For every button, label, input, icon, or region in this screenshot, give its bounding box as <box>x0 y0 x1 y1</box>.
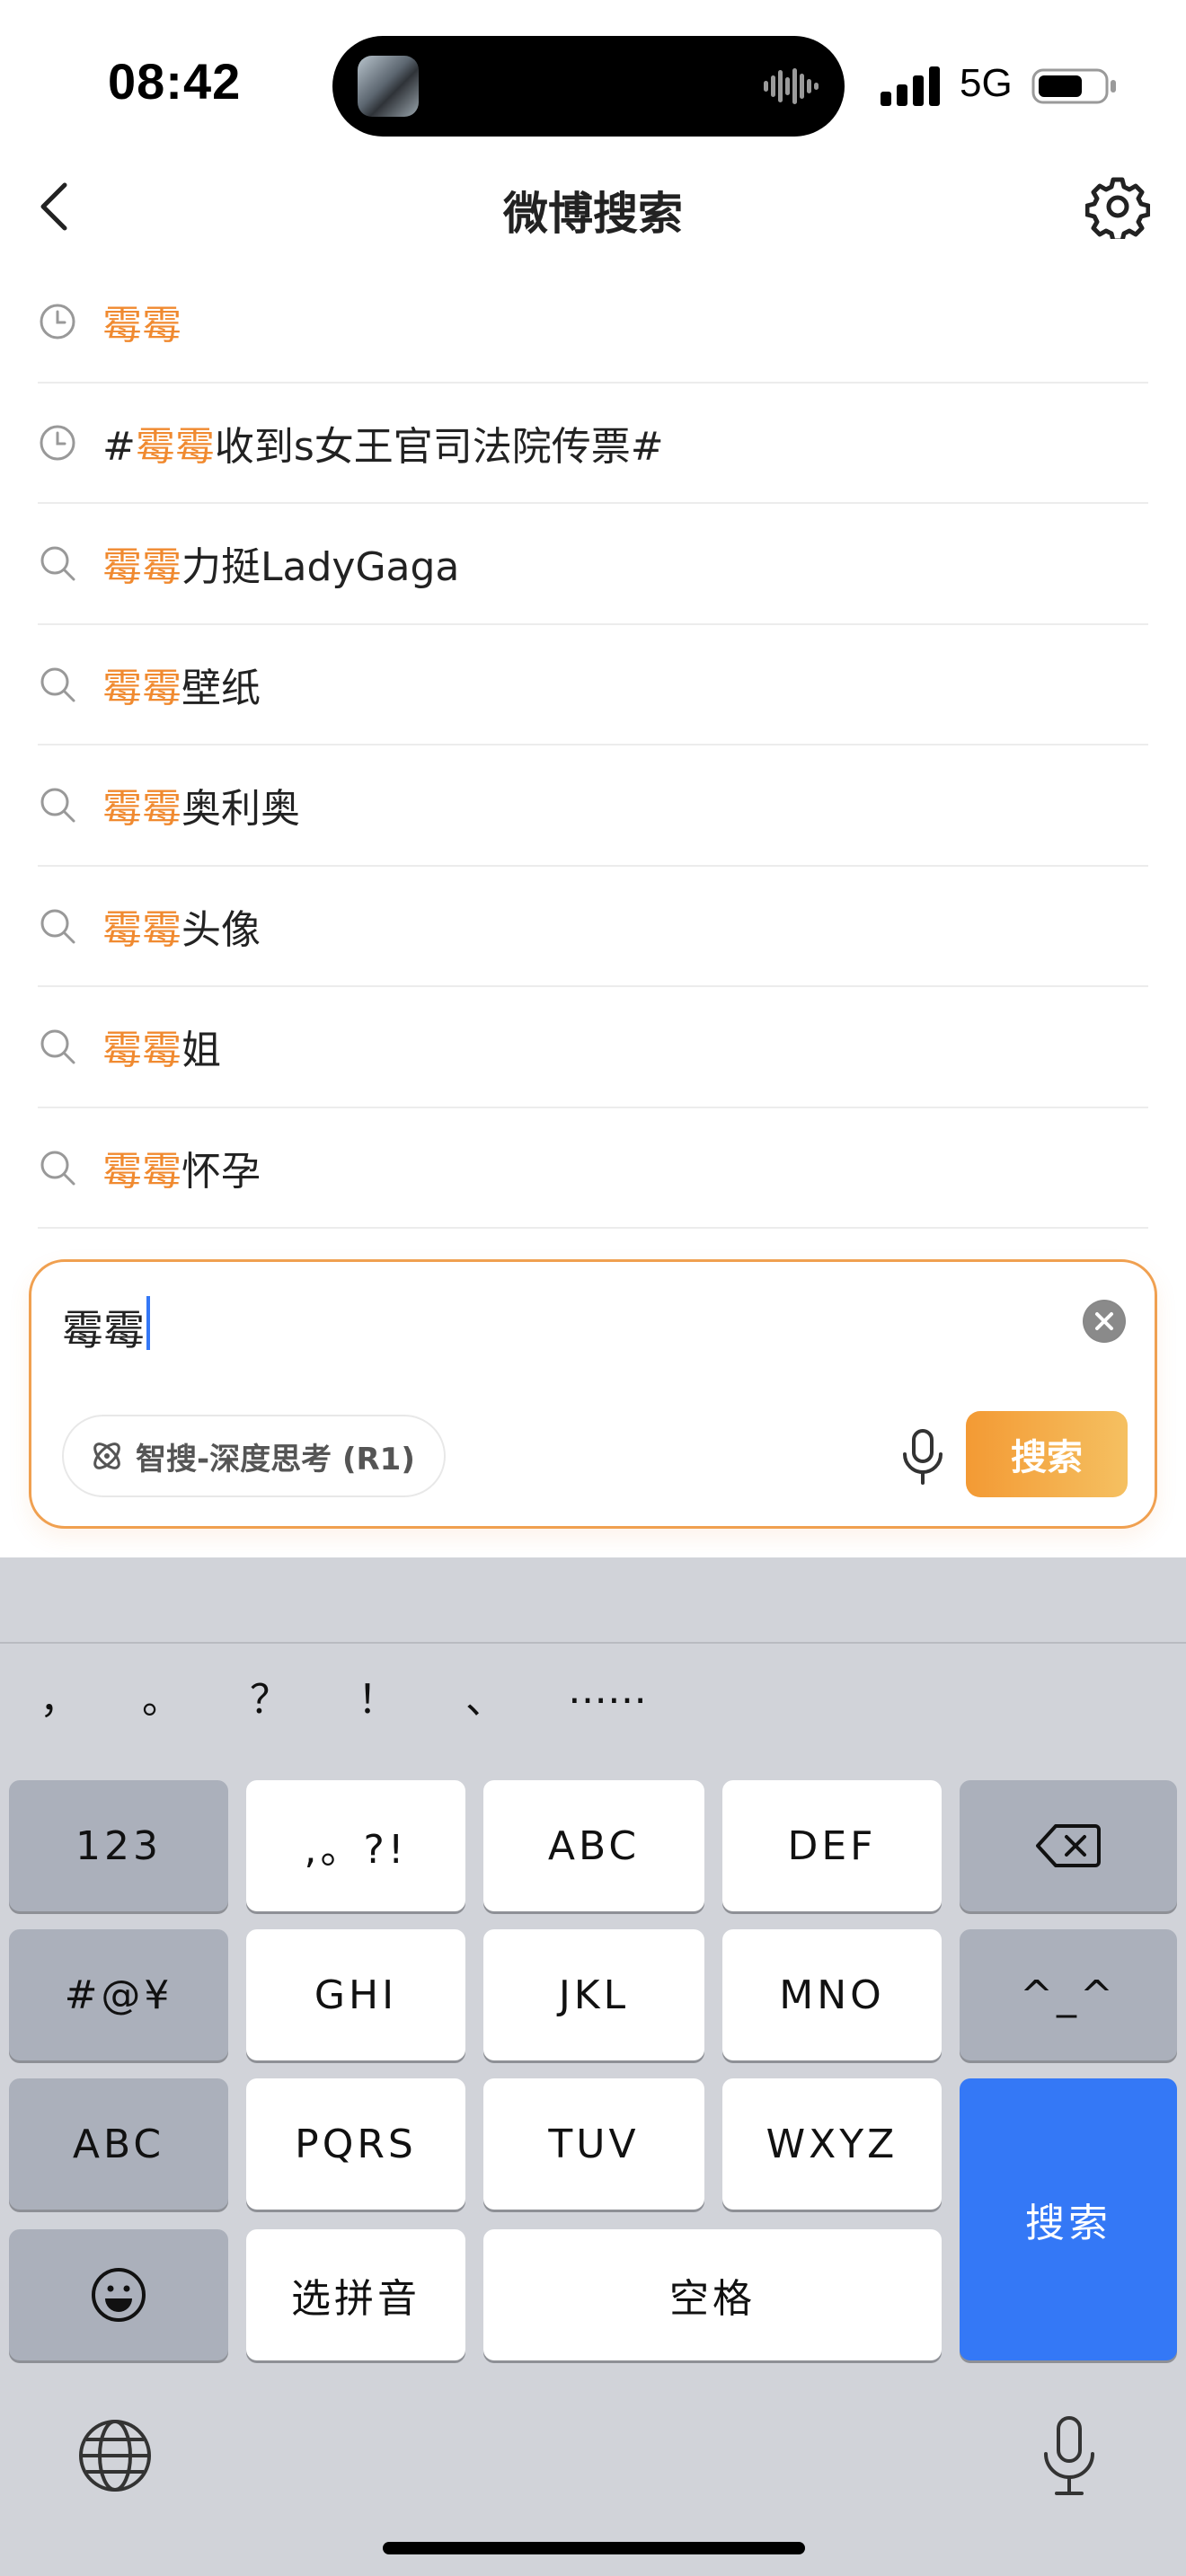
keyboard: ， 。 ？ ！ 、 …… 123 ,。?! ABC DEF #@¥ GHI JK… <box>0 1557 1186 2576</box>
search-icon <box>40 909 75 944</box>
clock-icon <box>40 425 75 461</box>
nav-bar: 微博搜索 <box>0 162 1186 251</box>
suggestion-item[interactable]: 霉霉力挺LadyGaga <box>38 504 1148 625</box>
key-abc-switch[interactable]: ABC <box>9 2078 228 2210</box>
suggestion-suffix: 怀孕 <box>181 1148 261 1195</box>
search-icon <box>40 1029 75 1064</box>
search-icon <box>40 788 75 823</box>
page-title: 微博搜索 <box>503 188 683 240</box>
microphone-icon[interactable] <box>890 1424 955 1488</box>
candidate-ellipsis[interactable]: …… <box>568 1667 647 1713</box>
suggestion-item[interactable]: 霉霉头像 <box>38 867 1148 987</box>
suggestion-highlight: 霉霉 <box>135 423 215 470</box>
key-space[interactable]: 空格 <box>483 2229 942 2360</box>
suggestion-text: 霉霉姐 <box>102 1018 221 1075</box>
suggestion-suffix: 头像 <box>181 906 261 953</box>
suggestion-suffix: 壁纸 <box>181 665 261 711</box>
key-mno[interactable]: MNO <box>722 1929 942 2060</box>
suggestion-highlight: 霉霉 <box>102 1028 181 1074</box>
suggestion-highlight: 霉霉 <box>102 786 181 833</box>
search-icon <box>40 667 75 702</box>
key-abc[interactable]: ABC <box>483 1780 704 1911</box>
smart-search-label: 智搜-深度思考 (R1) <box>136 1441 415 1478</box>
now-playing-thumbnail <box>358 56 419 117</box>
search-button[interactable]: 搜索 <box>966 1411 1128 1497</box>
suggestion-highlight: 霉霉 <box>102 906 181 953</box>
suggestion-text: 霉霉壁纸 <box>102 656 261 713</box>
suggestion-item[interactable]: 霉霉姐 <box>38 987 1148 1108</box>
backspace-icon <box>1036 1824 1101 1867</box>
candidate-comma[interactable]: ， <box>40 1667 79 1725</box>
search-icon <box>40 1151 75 1186</box>
suggestion-list: 霉霉 #霉霉收到s女王官司法院传票# 霉霉力挺LadyGaga 霉霉壁纸 霉霉奥… <box>0 262 1186 1229</box>
suggestion-item[interactable]: 霉霉怀孕 <box>38 1108 1148 1229</box>
text-cursor <box>146 1296 150 1350</box>
backspace-key[interactable] <box>960 1780 1177 1911</box>
key-ghi[interactable]: GHI <box>246 1929 465 2060</box>
gear-icon[interactable] <box>1085 174 1150 239</box>
key-tuv[interactable]: TUV <box>483 2078 704 2210</box>
globe-icon[interactable] <box>75 2416 155 2495</box>
suggestion-item[interactable]: 霉霉壁纸 <box>38 625 1148 745</box>
candidate-question[interactable]: ？ <box>250 1667 289 1725</box>
candidate-bar: ， 。 ？ ！ 、 …… <box>0 1644 1186 1734</box>
suggestion-text: 霉霉力挺LadyGaga <box>102 534 459 592</box>
atom-icon <box>93 1442 120 1469</box>
status-time: 08:42 <box>108 53 242 110</box>
status-bar: 08:42 5G <box>0 0 1186 162</box>
key-emoticon[interactable]: ^_^ <box>960 1929 1177 2060</box>
search-input[interactable]: 霉霉 <box>62 1298 145 1357</box>
candidate-exclaim[interactable]: ！ <box>358 1667 397 1725</box>
suggestion-text: 霉霉奥利奥 <box>102 776 300 834</box>
dictation-microphone-icon[interactable] <box>1035 2413 1103 2499</box>
suggestion-highlight: 霉霉 <box>102 665 181 711</box>
smart-search-chip[interactable]: 智搜-深度思考 (R1) <box>62 1415 446 1497</box>
suggestion-prefix: # <box>102 423 136 470</box>
key-def[interactable]: DEF <box>722 1780 942 1911</box>
suggestion-highlight: 霉霉 <box>102 1148 181 1195</box>
key-wxyz[interactable]: WXYZ <box>722 2078 942 2210</box>
network-type: 5G <box>960 61 1013 105</box>
search-icon <box>40 546 75 581</box>
suggestion-text: 霉霉怀孕 <box>102 1139 261 1196</box>
suggestion-text: #霉霉收到s女王官司法院传票# <box>102 414 664 472</box>
emoji-icon <box>92 2268 146 2322</box>
key-pqrs[interactable]: PQRS <box>246 2078 465 2210</box>
suggestion-highlight: 霉霉 <box>102 303 181 349</box>
history-item[interactable]: 霉霉 <box>38 262 1148 384</box>
battery-icon <box>1031 68 1116 104</box>
suggestion-suffix: 奥利奥 <box>181 786 300 833</box>
history-item[interactable]: #霉霉收到s女王官司法院传票# <box>38 384 1148 504</box>
search-box: 霉霉 智搜-深度思考 (R1) 搜索 <box>29 1259 1157 1529</box>
emoji-key[interactable] <box>9 2229 228 2360</box>
suggestion-suffix: 力挺LadyGaga <box>181 544 460 591</box>
suggestion-suffix: 收到s女王官司法院传票# <box>214 423 664 470</box>
suggestion-item[interactable]: 霉霉奥利奥 <box>38 745 1148 867</box>
key-123[interactable]: 123 <box>9 1780 228 1911</box>
suggestion-suffix: 姐 <box>181 1028 221 1074</box>
suggestion-highlight: 霉霉 <box>102 544 181 591</box>
screen: 08:42 5G 微博搜索 霉霉 #霉霉收到s女王官司法院传票# 霉霉力挺Lad… <box>0 0 1186 2576</box>
key-punctuation[interactable]: ,。?! <box>246 1780 465 1911</box>
key-select-pinyin[interactable]: 选拼音 <box>246 2229 465 2360</box>
clear-icon[interactable] <box>1083 1300 1126 1343</box>
key-symbols[interactable]: #@¥ <box>9 1929 228 2060</box>
clock-icon <box>40 304 75 340</box>
suggestion-text: 霉霉头像 <box>102 897 261 955</box>
candidate-enum-comma[interactable]: 、 <box>465 1667 505 1725</box>
home-indicator[interactable] <box>383 2542 805 2554</box>
signal-icon <box>881 66 940 106</box>
keyboard-search-key[interactable]: 搜索 <box>960 2078 1177 2360</box>
suggestion-text: 霉霉 <box>102 293 181 350</box>
audio-wave-icon <box>764 68 819 104</box>
key-jkl[interactable]: JKL <box>483 1929 704 2060</box>
dynamic-island[interactable] <box>332 36 845 137</box>
candidate-period[interactable]: 。 <box>142 1667 181 1725</box>
